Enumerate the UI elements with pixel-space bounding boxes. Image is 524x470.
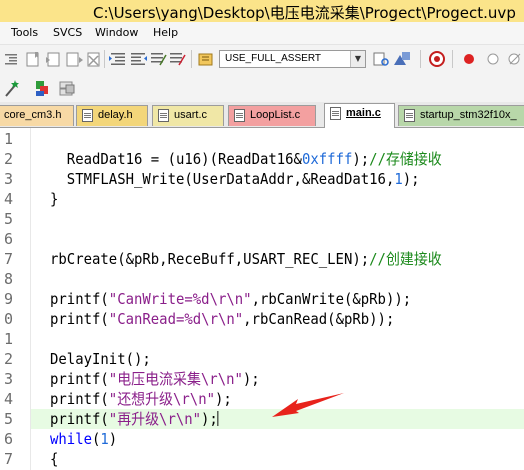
window-title: C:\Users\yang\Desktop\电压电流采集\Progect\Pro… bbox=[93, 4, 516, 22]
bookmark-prev-icon[interactable] bbox=[46, 52, 60, 67]
source-file-icon bbox=[158, 109, 169, 122]
tab-looplist-c[interactable]: LoopList.c bbox=[228, 105, 316, 126]
toolbar-secondary-icons bbox=[5, 80, 75, 97]
code-editor[interactable]: 12345678901234567 ReadDat16 = (u16)(Read… bbox=[0, 128, 524, 470]
assembly-file-icon bbox=[404, 109, 415, 122]
find-in-files-icon[interactable] bbox=[198, 53, 213, 66]
wizard-icon[interactable] bbox=[5, 80, 19, 97]
incremental-find-icon[interactable] bbox=[394, 52, 410, 65]
menu-svcs[interactable]: SVCS bbox=[53, 26, 82, 39]
uncomment-icon[interactable] bbox=[170, 53, 186, 66]
tab-usart-c[interactable]: usart.c bbox=[152, 105, 224, 126]
tab-main-c[interactable]: main.c bbox=[324, 103, 395, 128]
define-combo-value: USE_FULL_ASSERT bbox=[225, 53, 321, 64]
red-annotation-arrow-icon bbox=[272, 393, 344, 417]
breakpoint-kill-icon[interactable] bbox=[508, 53, 521, 65]
manage-components-icon[interactable] bbox=[36, 81, 48, 96]
indent-icon[interactable] bbox=[5, 54, 17, 65]
title-bar[interactable]: C:\Users\yang\Desktop\电压电流采集\Progect\Pro… bbox=[0, 0, 524, 23]
find-dialog-icon[interactable] bbox=[373, 52, 389, 66]
source-file-icon bbox=[330, 107, 341, 120]
breakpoint-disable-icon[interactable] bbox=[487, 53, 499, 65]
menu-window[interactable]: Window bbox=[95, 26, 138, 39]
menu-bar: Tools SVCS Window Help bbox=[0, 22, 524, 44]
menu-help[interactable]: Help bbox=[153, 26, 178, 39]
menu-tools[interactable]: Tools bbox=[11, 26, 38, 39]
indent-more-icon[interactable] bbox=[109, 53, 125, 65]
annotation-layer bbox=[272, 393, 344, 417]
tab-delay-h[interactable]: delay.h bbox=[76, 105, 148, 126]
pack-installer-icon[interactable] bbox=[59, 81, 75, 96]
comment-icon[interactable] bbox=[151, 53, 167, 66]
bookmark-toggle-icon[interactable] bbox=[26, 52, 39, 67]
debug-session-icon[interactable] bbox=[429, 51, 445, 67]
indent-less-icon[interactable] bbox=[131, 53, 147, 65]
chevron-down-icon[interactable]: ▼ bbox=[350, 51, 365, 67]
source-file-icon bbox=[234, 109, 245, 122]
tab-core-cm3-h[interactable]: core_cm3.h bbox=[0, 105, 74, 126]
bookmark-clear-icon[interactable] bbox=[87, 52, 100, 67]
bookmark-next-icon[interactable] bbox=[66, 52, 83, 67]
tab-startup-stm32f10x[interactable]: startup_stm32f10x_ bbox=[398, 105, 524, 126]
editor-tab-bar: core_cm3.h delay.h usart.c LoopList.c ma… bbox=[0, 102, 524, 128]
breakpoint-insert-icon[interactable] bbox=[464, 54, 474, 64]
header-file-icon bbox=[82, 109, 93, 122]
define-combo[interactable]: USE_FULL_ASSERT ▼ bbox=[219, 50, 366, 68]
